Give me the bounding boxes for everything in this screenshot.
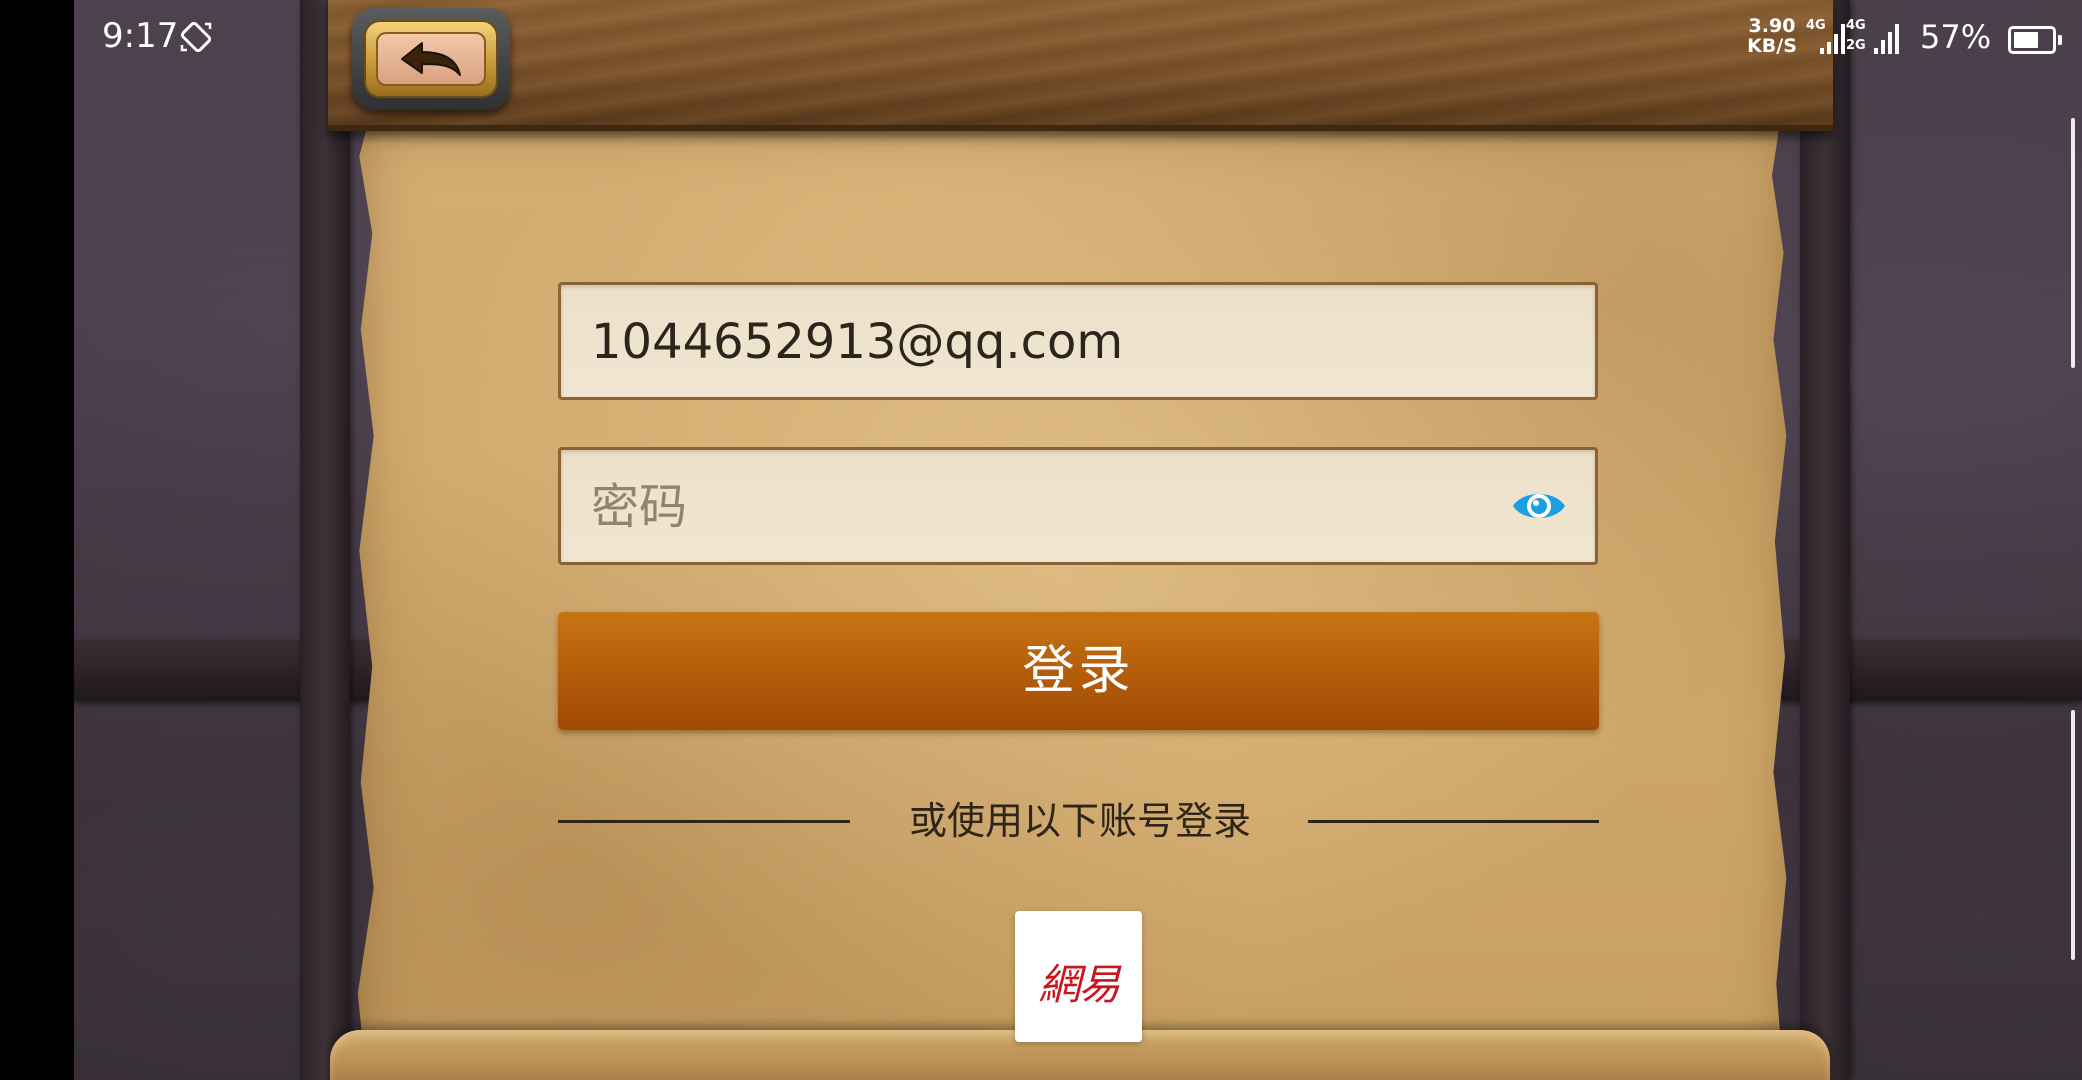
sim1-signal: 4G [1806, 18, 1848, 58]
wooden-header-board [328, 0, 1833, 131]
side-indicator [2071, 118, 2075, 368]
signal-bars-icon [1874, 24, 1899, 54]
screen-bezel [0, 0, 74, 1080]
sim2-signal: 4G 2G [1846, 18, 1910, 58]
alternative-login-label: 或使用以下账号登录 [908, 799, 1251, 843]
eye-icon [1513, 494, 1565, 518]
battery-fill [2014, 32, 2038, 48]
account-field[interactable] [558, 282, 1598, 400]
wall-beam [300, 0, 350, 1080]
network-speed-value: 3.90 [1748, 15, 1796, 37]
battery-percent: 57% [1920, 18, 1992, 56]
account-input[interactable] [589, 285, 1513, 399]
battery-nub [2058, 35, 2062, 45]
network-speed-unit: KB/S [1747, 35, 1797, 57]
auto-rotate-icon [180, 21, 212, 53]
divider-left [558, 820, 850, 823]
password-input[interactable] [589, 450, 1513, 564]
back-button-frame [364, 20, 498, 98]
show-password-toggle[interactable] [1511, 484, 1567, 528]
back-button[interactable] [352, 8, 510, 110]
netease-logo-text: 網易 [1038, 960, 1120, 1009]
password-field[interactable] [558, 447, 1598, 565]
app-screen: 9:17 3.90 KB/S 4G 4G 2G 57% 1044652913@q… [0, 0, 2082, 1080]
back-arrow-icon [401, 42, 461, 76]
signal-bars-icon [1820, 24, 1845, 54]
network-speed: 3.90 KB/S [1744, 16, 1800, 56]
wall-beam [1800, 0, 1850, 1080]
netease-login-button[interactable]: 網易 [1015, 911, 1142, 1042]
battery-icon [2008, 26, 2062, 54]
status-time: 9:17 [102, 16, 179, 56]
side-indicator [2071, 710, 2075, 960]
divider-right [1308, 820, 1599, 823]
back-button-face [376, 32, 486, 86]
login-button[interactable]: 登录 [558, 612, 1599, 730]
